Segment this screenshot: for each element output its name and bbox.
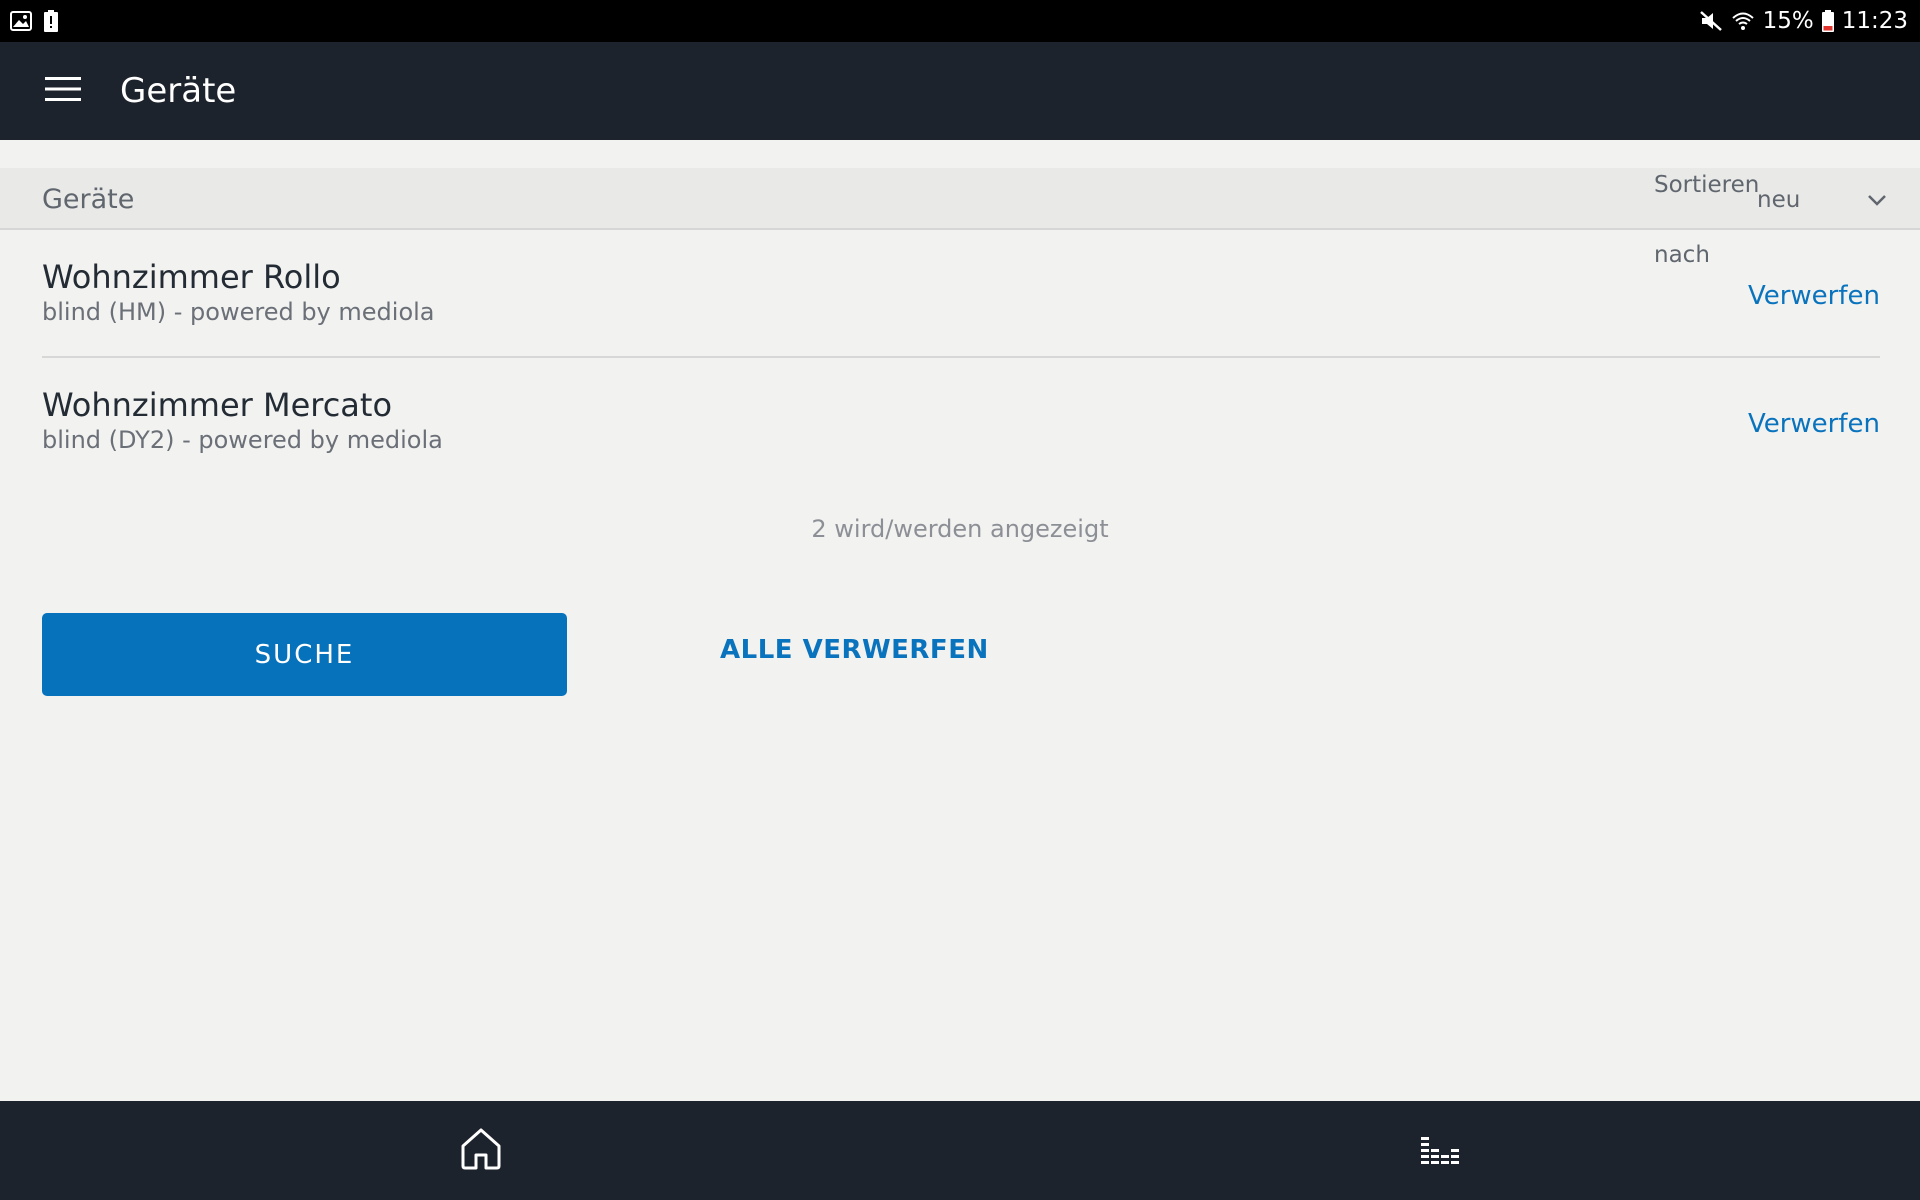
sort-dropdown[interactable]: neu [1757,182,1887,218]
hamburger-icon [45,75,81,107]
status-bar-left [10,10,58,32]
section-header: Geräte [0,168,1920,230]
device-name: Wohnzimmer Rollo [42,258,341,296]
wifi-icon [1731,10,1755,32]
battery-icon [1821,10,1834,32]
search-button[interactable]: SUCHE [42,613,567,696]
device-subtitle: blind (HM) - powered by mediola [42,298,435,326]
clock: 11:23 [1841,8,1908,34]
status-bar-right: 15% 11:23 [1699,8,1908,34]
status-bar: 15% 11:23 [0,0,1920,42]
activity-icon [1421,1135,1459,1171]
menu-button[interactable] [43,71,83,111]
sort-value: neu [1757,187,1801,213]
device-subtitle: blind (DY2) - powered by mediola [42,426,443,454]
app-bar: Geräte [0,42,1920,140]
home-icon [460,1127,502,1175]
bottom-navigation [0,1101,1920,1200]
nav-home-button[interactable] [459,1128,503,1174]
battery-percent: 15% [1762,8,1814,34]
discard-all-button[interactable]: ALLE VERWERFEN [720,635,989,665]
device-count-text: 2 wird/werden angezeigt [811,515,1109,543]
nav-activity-button[interactable] [1420,1134,1460,1172]
discard-device-button[interactable]: Verwerfen [1748,281,1880,311]
page-title: Geräte [120,71,237,111]
device-list-item: Wohnzimmer Rollo blind (HM) - powered by… [42,248,1880,358]
device-list-item: Wohnzimmer Mercato blind (DY2) - powered… [42,376,1880,486]
mute-icon [1699,10,1723,32]
battery-alert-icon [44,10,58,32]
chevron-down-icon [1867,191,1887,210]
section-title: Geräte [42,184,135,215]
device-name: Wohnzimmer Mercato [42,386,393,424]
discard-device-button[interactable]: Verwerfen [1748,409,1880,439]
image-icon [10,11,32,31]
